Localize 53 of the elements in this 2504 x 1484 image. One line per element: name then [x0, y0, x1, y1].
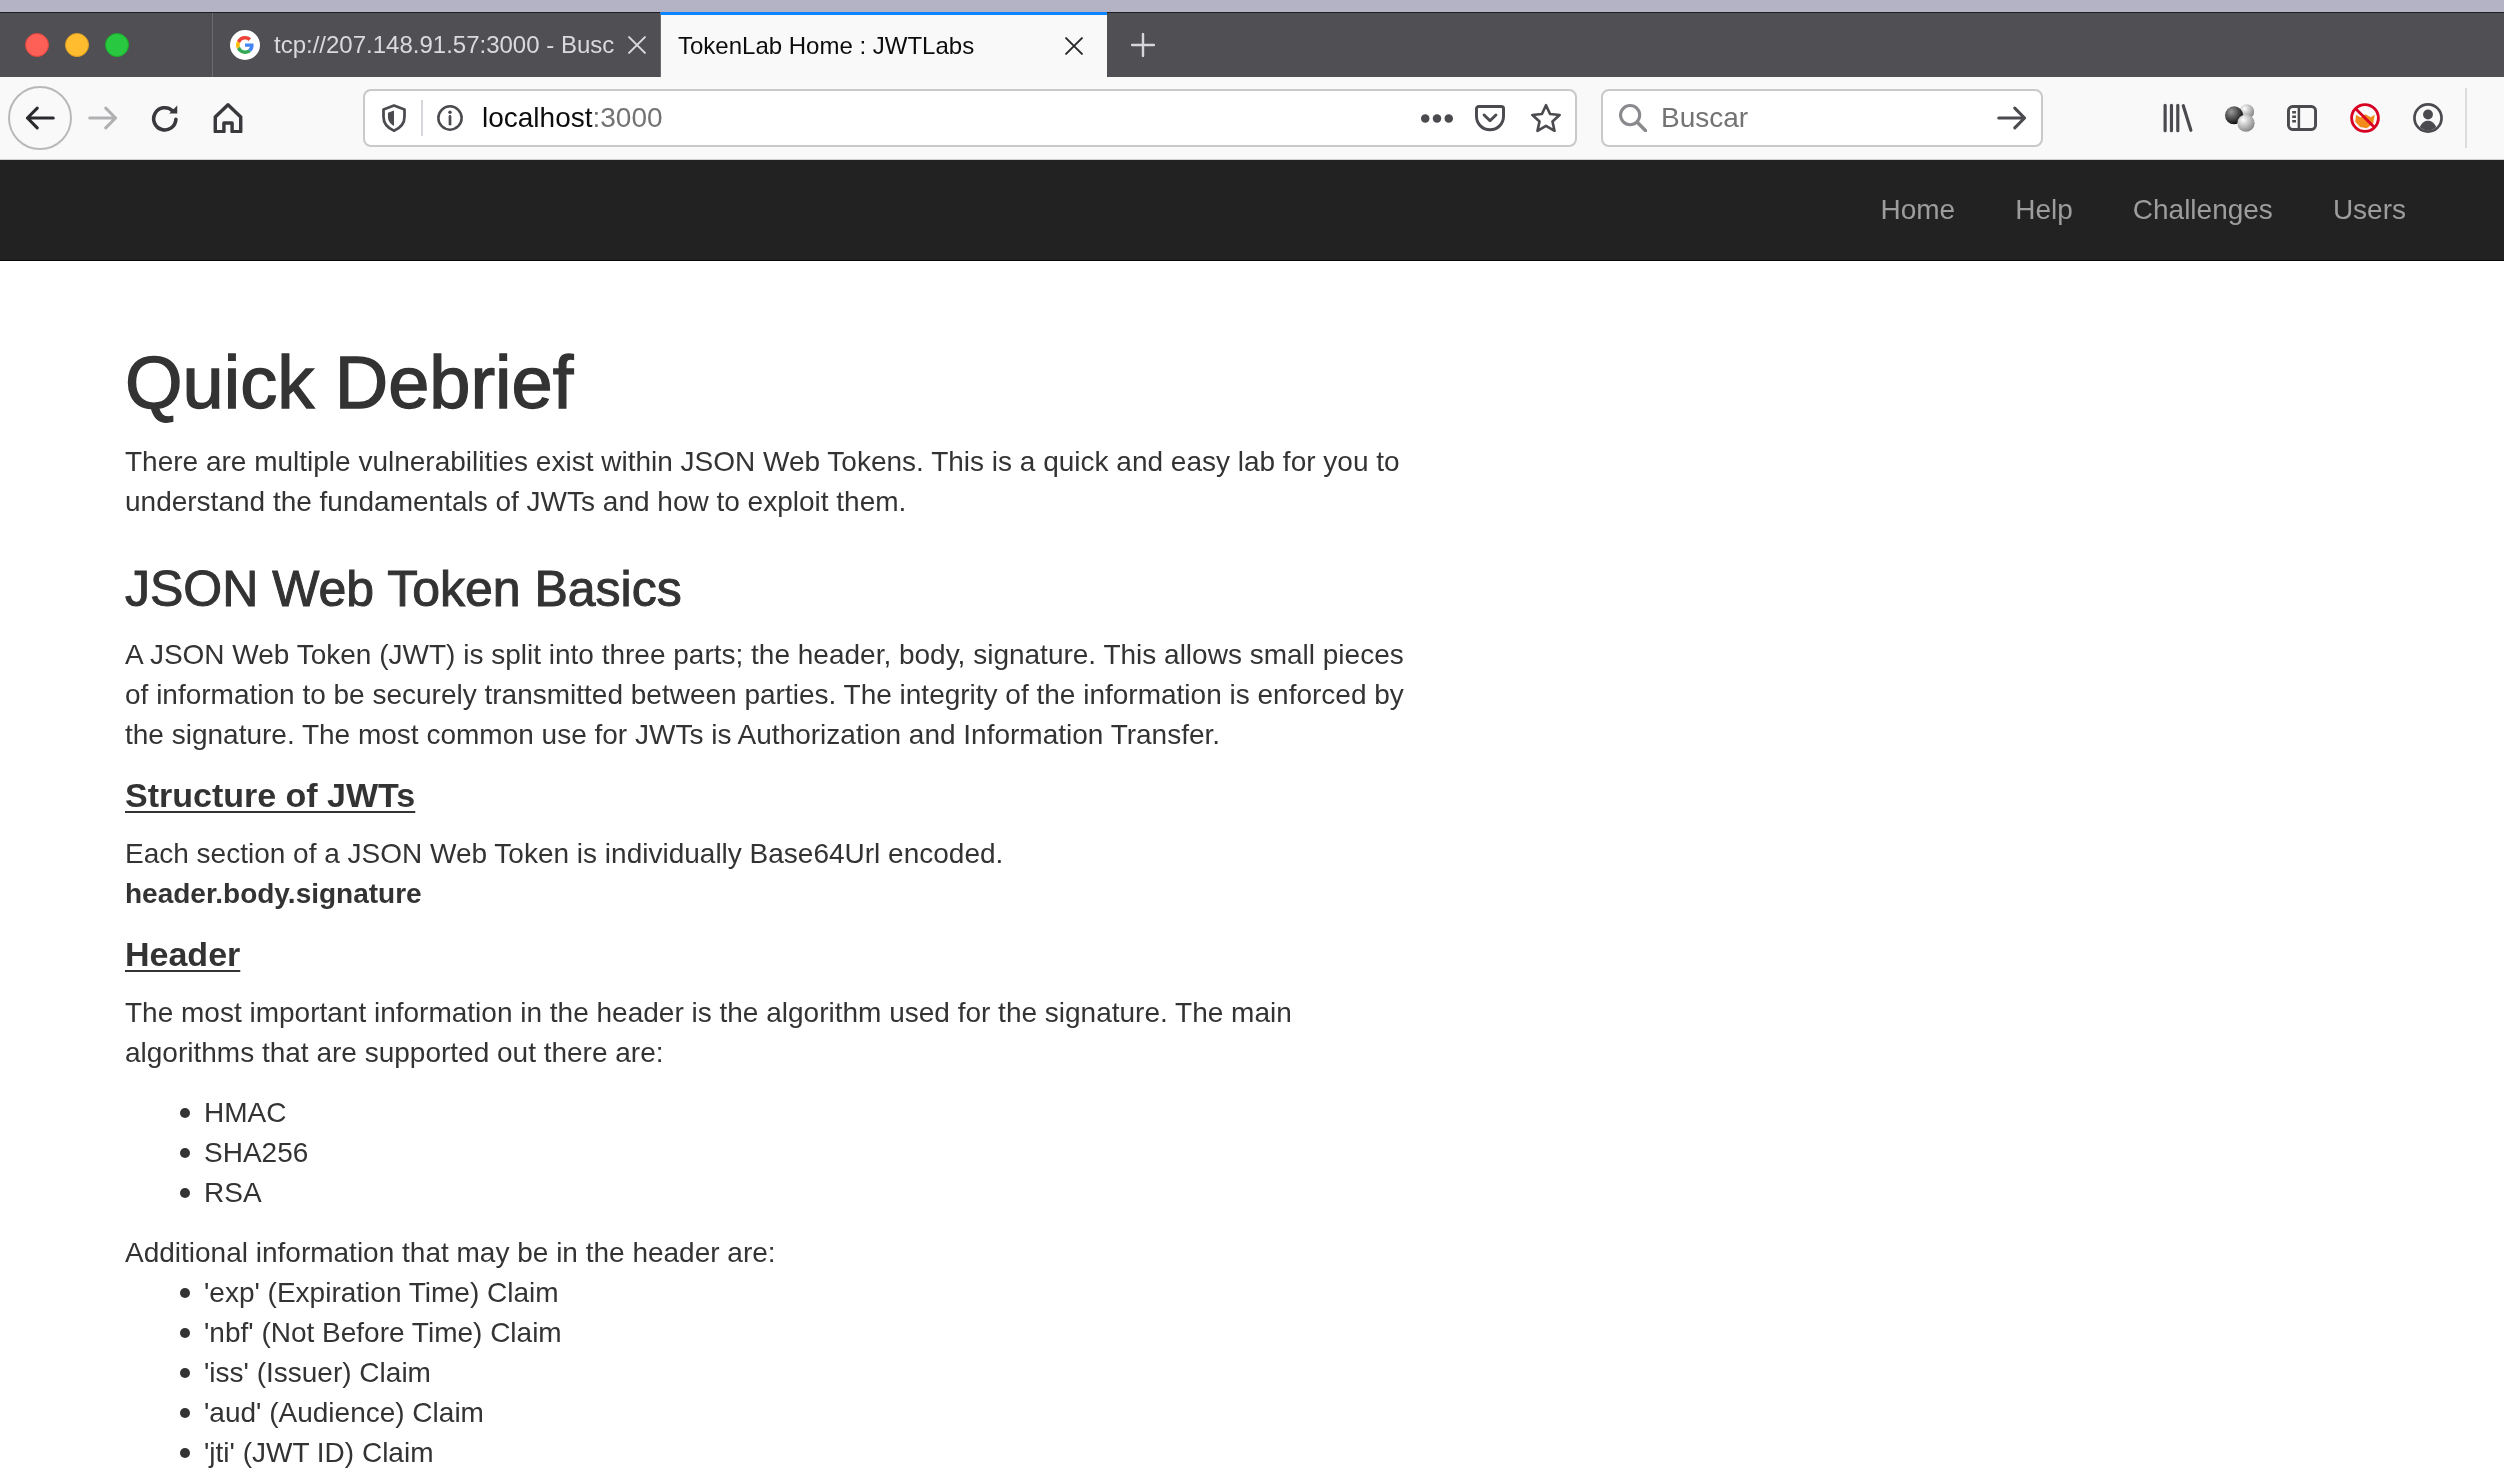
reload-icon[interactable]: [151, 104, 179, 132]
back-arrow-icon: [25, 106, 55, 130]
subsection-heading: Structure of JWTs: [125, 776, 416, 814]
list-item: HMAC: [204, 1096, 287, 1130]
bullet-icon: [180, 1108, 190, 1118]
shield-icon[interactable]: [381, 104, 407, 132]
paragraph: Additional information that may be in the header are:: [125, 1236, 776, 1270]
page-title: Quick Debrief: [125, 342, 574, 424]
paragraph: A JSON Web Token (JWT) is split into three parts; the header, body, signature. This allows small pieces of information to be securely transmitted between parties. The integrity of the information is enforced by the signature. The most common use for JWTs is Authorization and Information Transfer.: [125, 638, 1405, 752]
window-minimize-icon[interactable]: [65, 33, 89, 57]
list-item: 'iss' (Issuer) Claim: [204, 1356, 431, 1390]
search-icon: [1619, 104, 1647, 132]
window-zoom-icon[interactable]: [105, 33, 129, 57]
address-field[interactable]: localhost:3000: [363, 89, 1577, 147]
paragraph: Each section of a JSON Web Token is individually Base64Url encoded.: [125, 837, 1004, 871]
nav-link[interactable]: Users: [2302, 160, 2436, 260]
search-field[interactable]: Buscar: [1601, 89, 2043, 147]
nav-link[interactable]: Challenges: [2102, 160, 2303, 260]
spheres-icon[interactable]: [2225, 103, 2255, 133]
more-icon[interactable]: [1421, 113, 1453, 123]
bullet-icon: [180, 1408, 190, 1418]
bullet-icon: [180, 1288, 190, 1298]
bullet-icon: [180, 1368, 190, 1378]
list-item: 'exp' (Expiration Time) Claim: [204, 1276, 559, 1310]
bullet-icon: [180, 1188, 190, 1198]
list-item: SHA256: [204, 1136, 309, 1170]
bullet-icon: [180, 1148, 190, 1158]
library-icon[interactable]: [2163, 103, 2193, 133]
arrow-right-icon[interactable]: [1997, 106, 2027, 130]
blocked-extension-icon[interactable]: [2350, 103, 2380, 133]
sidebar-icon[interactable]: [2287, 103, 2317, 133]
list-item: 'nbf' (Not Before Time) Claim: [204, 1316, 562, 1350]
pocket-icon[interactable]: [1475, 103, 1505, 133]
window-close-icon[interactable]: [25, 33, 49, 57]
star-icon[interactable]: [1531, 103, 1561, 133]
section-heading: JSON Web Token Basics: [125, 560, 682, 618]
nav-link[interactable]: Home: [1850, 160, 1986, 260]
paragraph: header.body.signature: [125, 877, 422, 911]
plus-icon[interactable]: [1131, 33, 1155, 57]
bullet-icon: [180, 1448, 190, 1458]
paragraph: The most important information in the header is the algorithm used for the signature. The main algorithms that are supported out there are:: [125, 996, 1293, 1070]
home-icon[interactable]: [213, 103, 243, 133]
close-icon[interactable]: [1065, 37, 1083, 55]
list-item: RSA: [204, 1176, 262, 1210]
subsection-heading: Header: [125, 935, 241, 973]
list-item: 'aud' (Audience) Claim: [204, 1396, 484, 1430]
nav-link[interactable]: Help: [1985, 160, 2103, 260]
info-icon[interactable]: [437, 105, 463, 131]
account-icon[interactable]: [2413, 103, 2443, 133]
browser-tab[interactable]: TokenLab Home : JWTLabs: [660, 12, 1107, 77]
paragraph: There are multiple vulnerabilities exist within JSON Web Tokens. This is a quick and easy lab for you to understand the fundamentals of JWTs and how to exploit them.: [125, 445, 1401, 519]
list-item: 'jti' (JWT ID) Claim: [204, 1436, 434, 1470]
bullet-icon: [180, 1328, 190, 1338]
